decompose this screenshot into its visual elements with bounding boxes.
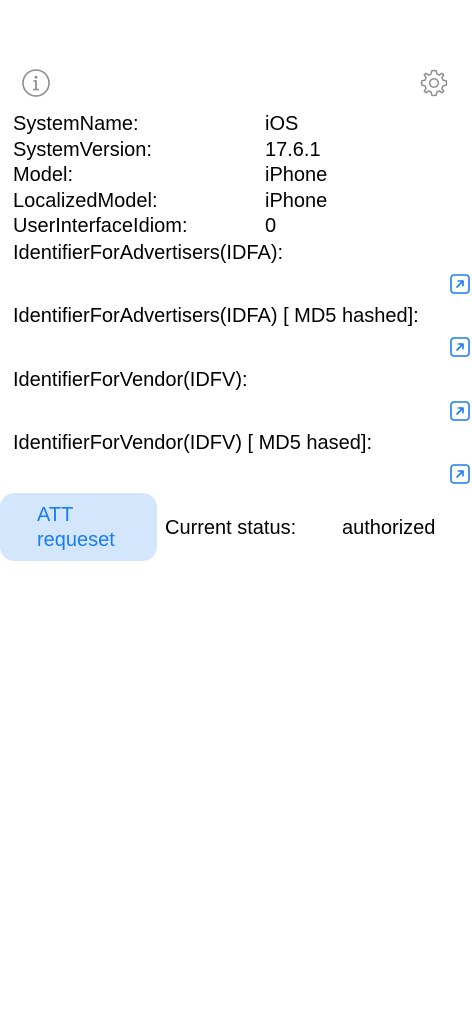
device-info-list: SystemName: iOS SystemVersion: 17.6.1 Mo… [13,112,453,240]
info-icon[interactable] [21,68,51,98]
gear-icon[interactable] [419,68,449,98]
att-button-label-line1: ATT [37,504,74,526]
info-row-user-interface-idiom: UserInterfaceIdiom: 0 [13,214,453,240]
info-key: LocalizedModel: [13,189,158,212]
idfv-open-link-icon[interactable] [450,401,470,421]
idfa-label: IdentifierForAdvertisers(IDFA): [13,242,284,264]
info-key: UserInterfaceIdiom: [13,215,188,237]
info-value: 17.6.1 [265,138,321,161]
info-key: Model: [13,164,74,186]
idfa-md5-section: IdentifierForAdvertisers(IDFA) [ MD5 has… [13,303,465,329]
info-row-system-version: SystemVersion: 17.6.1 [13,138,453,164]
idfv-label: IdentifierForVendor(IDFV): [13,369,248,391]
idfv-md5-label: IdentifierForVendor(IDFV) [ MD5 hased]: [13,432,373,454]
att-button-label-line2: requeset [37,529,115,551]
att-request-button[interactable]: ATT requeset [0,493,157,561]
info-value: 0 [265,215,277,237]
info-row-model: Model: iPhone [13,163,453,189]
idfa-open-link-icon[interactable] [450,274,470,294]
idfa-md5-label: IdentifierForAdvertisers(IDFA) [ MD5 has… [13,305,419,327]
info-row-localized-model: LocalizedModel: iPhone [13,189,453,215]
info-value: iPhone [265,189,328,212]
idfa-md5-open-link-icon[interactable] [450,337,470,357]
screen: SystemName: iOS SystemVersion: 17.6.1 Mo… [0,0,472,1024]
info-key: SystemName: [13,113,139,135]
idfa-section: IdentifierForAdvertisers(IDFA): [13,240,465,266]
idfv-md5-section: IdentifierForVendor(IDFV) [ MD5 hased]: [13,430,465,456]
info-value: iOS [265,113,299,135]
current-status-value: authorized [342,517,436,539]
current-status-label: Current status: [165,517,297,539]
idfv-md5-open-link-icon[interactable] [450,464,470,484]
info-key: SystemVersion: [13,138,152,161]
info-value: iPhone [265,164,328,186]
idfv-section: IdentifierForVendor(IDFV): [13,367,465,393]
info-row-system-name: SystemName: iOS [13,112,453,138]
